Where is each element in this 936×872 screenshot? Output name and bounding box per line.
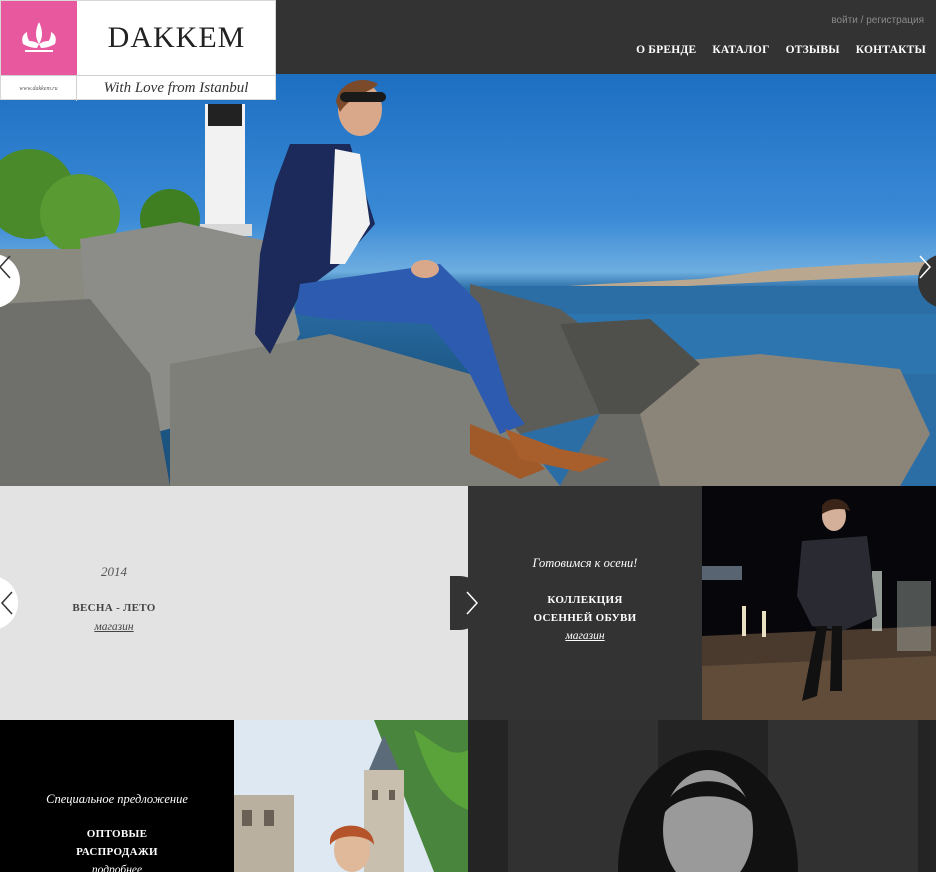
promo-title: ВЕСНА - ЛЕТО xyxy=(72,602,156,614)
promo-title-line2: ОСЕННЕЙ ОБУВИ xyxy=(533,612,637,624)
promo-title-line1: ОПТОВЫЕ xyxy=(86,828,148,840)
lotus-icon xyxy=(22,22,56,52)
chevron-left-icon xyxy=(0,255,11,279)
promo-image-night[interactable] xyxy=(702,486,936,720)
portrait-photo xyxy=(468,720,936,872)
chevron-right-icon xyxy=(919,255,932,279)
promo-shop-link[interactable]: магазин xyxy=(0,621,348,633)
brand-tagline: With Love from Istanbul xyxy=(103,80,249,96)
hero-image xyxy=(0,80,936,486)
nav-item-reviews[interactable]: ОТЗЫВЫ xyxy=(786,44,840,56)
nav-item-about[interactable]: О БРЕНДЕ xyxy=(636,44,696,56)
brand-name: DAKKEM xyxy=(107,21,246,54)
logo-footer: www.dakkem.ru With Love from Istanbul xyxy=(1,75,275,101)
auth-separator: / xyxy=(860,15,864,26)
auth-links: войти / регистрация xyxy=(831,15,924,26)
night-photo xyxy=(702,486,936,720)
promo-image-galata[interactable] xyxy=(234,720,468,872)
promo-image-portrait[interactable] xyxy=(468,720,936,872)
promo-subtitle: Готовимся к осени! xyxy=(532,556,638,570)
chevron-left-icon xyxy=(0,591,13,615)
nav-item-catalog[interactable]: КАТАЛОГ xyxy=(712,44,769,56)
promo-shop-link[interactable]: магазин xyxy=(468,630,702,642)
hero-slider xyxy=(0,74,936,486)
logo-emblem xyxy=(1,1,77,75)
promo-title-line1: КОЛЛЕКЦИЯ xyxy=(547,594,623,606)
promo-details-link[interactable]: подробнее xyxy=(0,864,234,872)
brand-url: www.dakkem.ru xyxy=(1,76,77,101)
nav-item-contacts[interactable]: КОНТАКТЫ xyxy=(856,44,926,56)
promo-title-line2: РАСПРОДАЖИ xyxy=(76,846,158,858)
promo-subtitle: Специальное предложение xyxy=(46,792,188,806)
promo-autumn[interactable]: Готовимся к осени! КОЛЛЕКЦИЯ ОСЕННЕЙ ОБУ… xyxy=(450,486,716,720)
promo-wholesale[interactable]: Специальное предложение ОПТОВЫЕ РАСПРОДА… xyxy=(0,720,234,872)
promo-spring-summer[interactable]: 2014 ВЕСНА - ЛЕТО магазин xyxy=(0,486,468,720)
logo[interactable]: DAKKEM www.dakkem.ru With Love from Ista… xyxy=(0,0,276,101)
chevron-right-icon xyxy=(466,591,479,615)
galata-photo xyxy=(234,720,468,872)
promo-year: 2014 xyxy=(101,564,127,579)
main-nav: О БРЕНДЕ КАТАЛОГ ОТЗЫВЫ КОНТАКТЫ xyxy=(636,44,926,56)
register-link[interactable]: регистрация xyxy=(866,15,924,26)
login-link[interactable]: войти xyxy=(831,15,858,26)
